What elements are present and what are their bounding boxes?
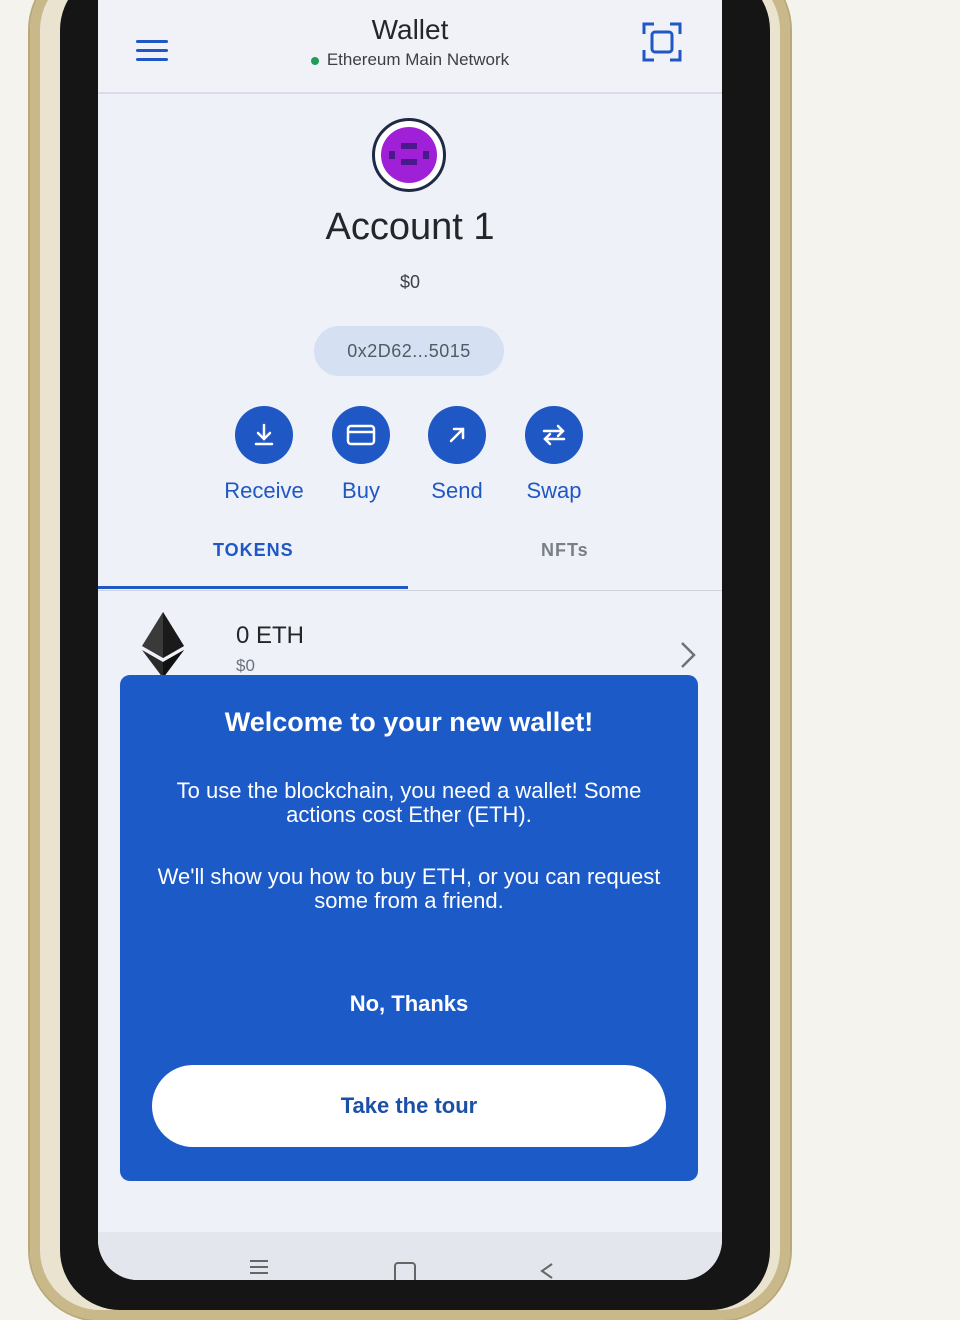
- app-header: Wallet Ethereum Main Network: [98, 0, 722, 94]
- account-avatar[interactable]: [372, 118, 446, 192]
- send-button[interactable]: Send: [409, 406, 505, 504]
- buy-button[interactable]: Buy: [313, 406, 409, 504]
- receive-label: Receive: [224, 478, 304, 503]
- swap-button[interactable]: Swap: [506, 406, 602, 504]
- account-name[interactable]: Account 1: [98, 206, 722, 249]
- account-address-pill[interactable]: 0x2D62...5015: [314, 326, 504, 376]
- receive-button[interactable]: Receive: [216, 406, 312, 504]
- swap-icon: [542, 424, 566, 446]
- android-nav-bar: [98, 1232, 722, 1280]
- wallet-screen: Wallet Ethereum Main Network Account 1 $…: [98, 0, 722, 1280]
- send-label: Send: [431, 478, 483, 503]
- modal-paragraph-2: We'll show you how to buy ETH, or you ca…: [157, 864, 661, 913]
- recents-icon[interactable]: [250, 1260, 268, 1274]
- qr-scan-icon[interactable]: [642, 22, 682, 62]
- active-tab-indicator: [98, 586, 408, 589]
- tab-nfts[interactable]: NFTs: [541, 540, 589, 561]
- take-tour-button[interactable]: Take the tour: [152, 1065, 666, 1147]
- modal-title: Welcome to your new wallet!: [224, 707, 594, 737]
- home-icon[interactable]: [394, 1262, 416, 1280]
- tab-divider: [98, 590, 722, 591]
- tab-tokens[interactable]: TOKENS: [213, 540, 294, 561]
- arrow-up-right-icon: [449, 427, 465, 443]
- modal-paragraph-1: To use the blockchain, you need a wallet…: [176, 778, 642, 827]
- page-title: Wallet: [371, 14, 449, 45]
- back-icon[interactable]: [538, 1262, 556, 1280]
- token-fiat-value: $0: [236, 656, 255, 675]
- no-thanks-button[interactable]: No, Thanks: [120, 991, 698, 1017]
- network-selector[interactable]: Ethereum Main Network: [98, 50, 722, 70]
- welcome-modal: Welcome to your new wallet! To use the b…: [120, 675, 698, 1181]
- network-name: Ethereum Main Network: [326, 50, 510, 69]
- chevron-right-icon: [681, 642, 696, 668]
- swap-label: Swap: [526, 478, 582, 503]
- buy-label: Buy: [342, 478, 380, 503]
- account-balance: $0: [399, 272, 421, 292]
- ethereum-icon: [142, 612, 184, 678]
- network-status-dot: [310, 56, 319, 65]
- card-icon: [346, 424, 376, 446]
- download-icon: [254, 423, 274, 446]
- token-amount: 0 ETH: [236, 622, 305, 649]
